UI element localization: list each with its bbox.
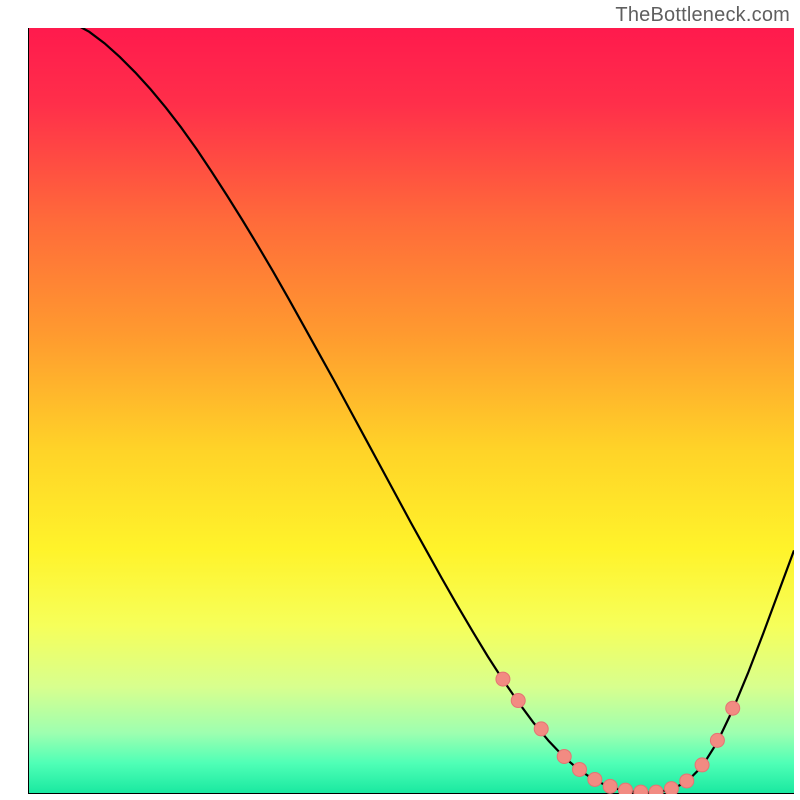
highlight-marker: [649, 785, 663, 794]
highlight-marker: [680, 774, 694, 788]
highlight-marker: [695, 758, 709, 772]
gradient-background: [28, 28, 794, 794]
highlight-marker: [664, 782, 678, 794]
plot-area: [28, 28, 794, 794]
watermark-label: TheBottleneck.com: [615, 4, 790, 27]
highlight-marker: [618, 783, 632, 794]
highlight-marker: [573, 762, 587, 776]
highlight-marker: [603, 779, 617, 793]
highlight-marker: [496, 672, 510, 686]
chart-frame: TheBottleneck.com: [0, 0, 800, 800]
highlight-marker: [557, 749, 571, 763]
highlight-marker: [710, 733, 724, 747]
highlight-marker: [588, 772, 602, 786]
chart-svg: [28, 28, 794, 794]
highlight-marker: [726, 701, 740, 715]
highlight-marker: [634, 785, 648, 794]
highlight-marker: [534, 722, 548, 736]
highlight-marker: [511, 694, 525, 708]
